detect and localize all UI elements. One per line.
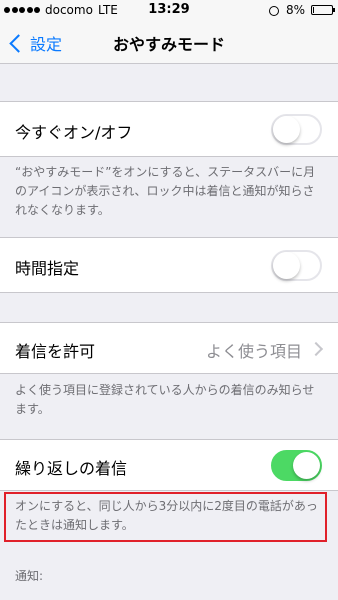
highlight-annotation-box	[4, 492, 327, 542]
notifications-section-header: 通知:	[15, 569, 44, 583]
repeated-calls-switch[interactable]	[271, 450, 322, 481]
status-right: 8%	[268, 3, 335, 17]
scheduled-label: 時間指定	[15, 259, 80, 278]
page-title: おやすみモード	[112, 35, 225, 54]
scheduled-row: 時間指定	[0, 237, 338, 293]
switch-knob	[273, 116, 300, 143]
manual-toggle-footer: “おやすみモード”をオンにすると、ステータスバーに月のアイコンが表示され、ロック…	[15, 165, 316, 217]
allow-calls-footer: よく使う項目に登録されている人からの着信のみ知らせます。	[15, 383, 315, 416]
alarm-icon	[268, 4, 280, 16]
allow-calls-value: よく使う項目	[205, 342, 302, 361]
manual-toggle-label: 今すぐオン/オフ	[15, 123, 133, 142]
allow-calls-label: 着信を許可	[15, 342, 96, 361]
repeated-calls-row: 繰り返しの着信	[0, 439, 338, 491]
repeated-calls-label: 繰り返しの着信	[15, 459, 128, 478]
navigation-bar: 設定 おやすみモード	[0, 20, 338, 64]
manual-toggle-row: 今すぐオン/オフ	[0, 101, 338, 157]
switch-knob	[273, 252, 300, 279]
battery-icon	[311, 5, 335, 15]
scheduled-switch[interactable]	[271, 250, 322, 281]
battery-percent: 8%	[285, 3, 305, 17]
allow-calls-row[interactable]: 着信を許可 よく使う項目	[0, 322, 338, 374]
manual-toggle-switch[interactable]	[271, 114, 322, 145]
switch-knob	[293, 452, 320, 479]
chevron-right-icon	[308, 341, 324, 357]
status-bar: docomo LTE 13:29 8%	[0, 0, 338, 20]
battery-fill	[313, 7, 314, 13]
